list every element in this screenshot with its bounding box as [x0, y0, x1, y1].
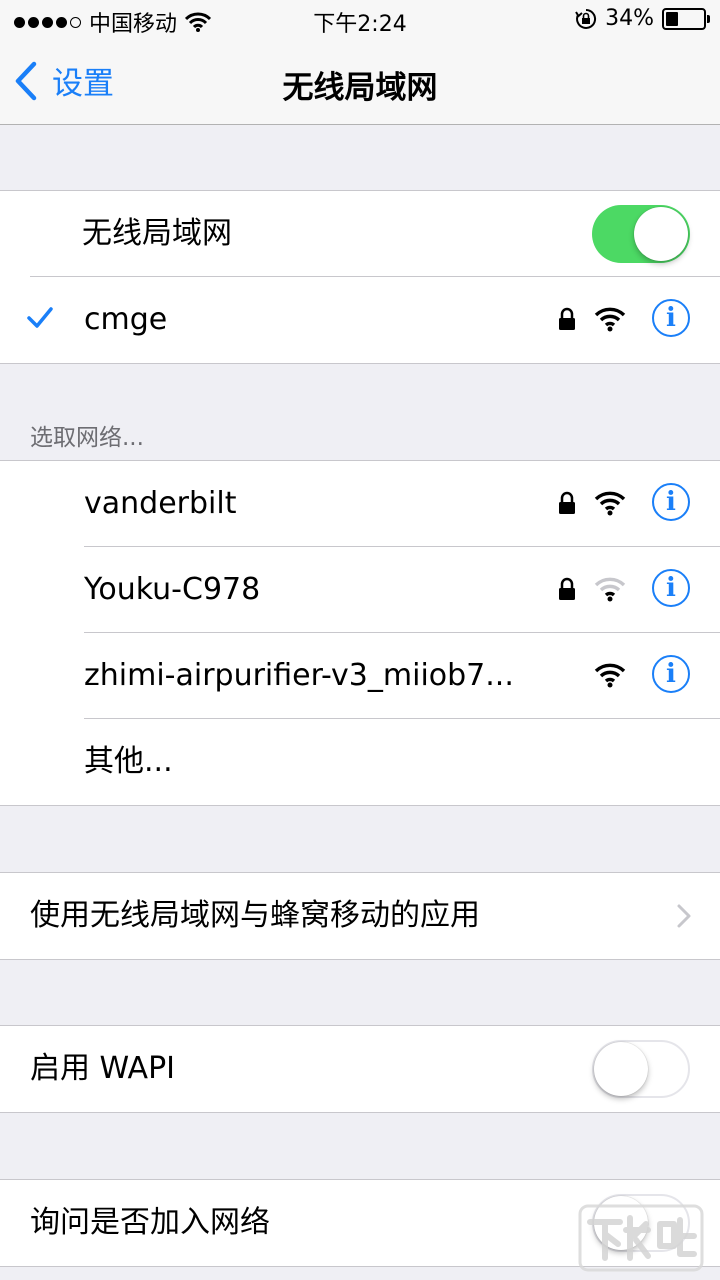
battery-icon — [662, 7, 710, 30]
navigation-bar: 设置 无线局域网 — [0, 40, 720, 125]
wifi-toggle-row: 无线局域网 — [0, 191, 720, 277]
watermark-logo — [578, 1204, 704, 1272]
network-row-vanderbilt[interactable]: vanderbilt i — [0, 461, 720, 547]
apps-using-wlan-row[interactable]: 使用无线局域网与蜂窝移动的应用 — [0, 873, 720, 959]
status-bar: 中国移动 下午2:24 34% — [0, 0, 720, 40]
ask-join-label: 询问是否加入网络 — [30, 1205, 270, 1240]
wifi-signal-icon — [594, 307, 626, 332]
page-title: 无线局域网 — [282, 70, 438, 106]
network-name: cmge — [84, 302, 168, 337]
checkmark-icon — [27, 307, 53, 328]
info-icon[interactable]: i — [652, 569, 690, 607]
wifi-signal-icon — [594, 491, 626, 516]
other-network-row[interactable]: 其他... — [0, 719, 720, 805]
wapi-group: 启用 WAPI — [0, 1025, 720, 1113]
network-row-zhimi[interactable]: zhimi-airpurifier-v3_miiob7... i — [0, 633, 720, 719]
choose-network-header: 选取网络... — [30, 425, 144, 451]
info-icon[interactable]: i — [652, 483, 690, 521]
apps-row-label: 使用无线局域网与蜂窝移动的应用 — [30, 898, 480, 933]
network-name: zhimi-airpurifier-v3_miiob7... — [84, 658, 514, 693]
lock-icon — [559, 577, 575, 600]
other-network-label: 其他... — [84, 744, 173, 779]
connected-network-row[interactable]: cmge i — [0, 277, 720, 363]
wifi-toggle-switch[interactable] — [592, 205, 690, 263]
info-icon[interactable]: i — [652, 655, 690, 693]
lock-icon — [559, 307, 575, 330]
wifi-toggle-label: 无线局域网 — [82, 216, 232, 251]
rotation-lock-icon — [575, 8, 597, 29]
chevron-right-icon — [677, 904, 691, 928]
wapi-toggle-switch[interactable] — [592, 1040, 690, 1098]
wifi-group: 无线局域网 cmge i — [0, 190, 720, 364]
info-icon[interactable]: i — [652, 299, 690, 337]
wifi-signal-icon — [594, 663, 626, 688]
network-name: Youku-C978 — [84, 572, 261, 607]
status-right: 34% — [575, 6, 710, 31]
lock-icon — [559, 491, 575, 514]
network-name: vanderbilt — [84, 486, 237, 521]
wapi-row: 启用 WAPI — [0, 1026, 720, 1112]
wifi-weak-signal-icon — [594, 577, 626, 602]
battery-percent: 34% — [605, 6, 654, 31]
apps-group: 使用无线局域网与蜂窝移动的应用 — [0, 872, 720, 960]
network-row-youku[interactable]: Youku-C978 i — [0, 547, 720, 633]
wapi-label: 启用 WAPI — [30, 1051, 176, 1086]
network-list: vanderbilt i Youku-C978 i zhimi-airpurif… — [0, 460, 720, 806]
